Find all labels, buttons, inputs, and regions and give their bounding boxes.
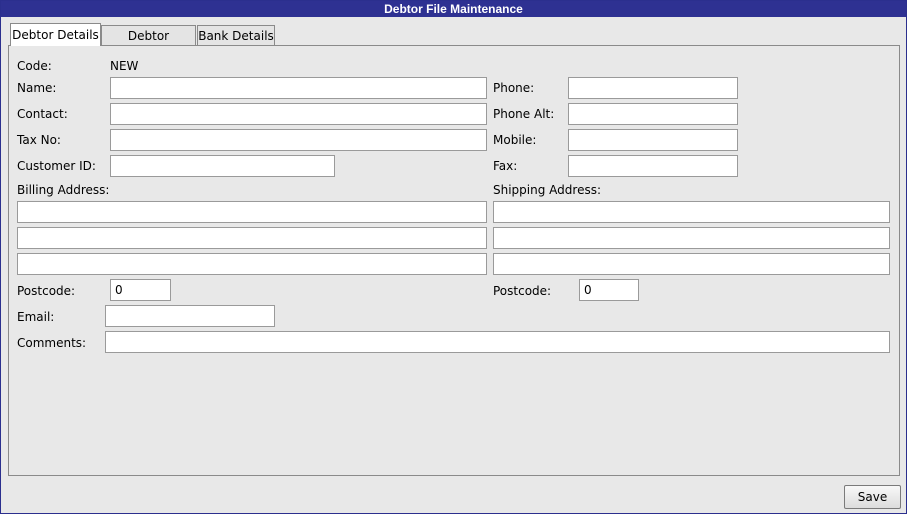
contact-field[interactable]: [110, 103, 487, 125]
phone-alt-field[interactable]: [568, 103, 738, 125]
code-value: NEW: [110, 59, 139, 73]
save-button[interactable]: Save: [844, 485, 901, 509]
shipping-address-line-3[interactable]: [493, 253, 890, 275]
shipping-address-label: Shipping Address:: [493, 183, 601, 197]
phone-label: Phone:: [493, 81, 535, 95]
email-field[interactable]: [105, 305, 275, 327]
tab-bank-details[interactable]: Bank Details: [197, 25, 275, 45]
comments-label: Comments:: [17, 336, 87, 350]
billing-address-line-2[interactable]: [17, 227, 487, 249]
customer-id-field[interactable]: [110, 155, 335, 177]
name-field[interactable]: [110, 77, 487, 99]
tax-no-label: Tax No:: [17, 133, 61, 147]
billing-address-line-3[interactable]: [17, 253, 487, 275]
customer-id-label: Customer ID:: [17, 159, 96, 173]
fax-field[interactable]: [568, 155, 738, 177]
mobile-label: Mobile:: [493, 133, 537, 147]
billing-address-label: Billing Address:: [17, 183, 110, 197]
tab-debtor-settings[interactable]: Debtor Settings: [101, 25, 196, 63]
shipping-address-line-1[interactable]: [493, 201, 890, 223]
billing-address-line-1[interactable]: [17, 201, 487, 223]
tab-debtor-details[interactable]: Debtor Details: [10, 23, 101, 46]
fax-label: Fax:: [493, 159, 518, 173]
code-label: Code:: [17, 59, 52, 73]
tax-no-field[interactable]: [110, 129, 487, 151]
contact-label: Contact:: [17, 107, 68, 121]
billing-postcode-field[interactable]: [110, 279, 171, 301]
billing-postcode-label: Postcode:: [17, 284, 76, 298]
mobile-field[interactable]: [568, 129, 738, 151]
name-label: Name:: [17, 81, 57, 95]
phone-field[interactable]: [568, 77, 738, 99]
shipping-postcode-label: Postcode:: [493, 284, 552, 298]
shipping-address-line-2[interactable]: [493, 227, 890, 249]
shipping-postcode-field[interactable]: [579, 279, 639, 301]
debtor-file-maintenance-window: Debtor File Maintenance Debtor Details D…: [0, 0, 907, 514]
email-label: Email:: [17, 310, 55, 324]
window-title: Debtor File Maintenance: [1, 1, 906, 17]
comments-field[interactable]: [105, 331, 890, 353]
phone-alt-label: Phone Alt:: [493, 107, 555, 121]
